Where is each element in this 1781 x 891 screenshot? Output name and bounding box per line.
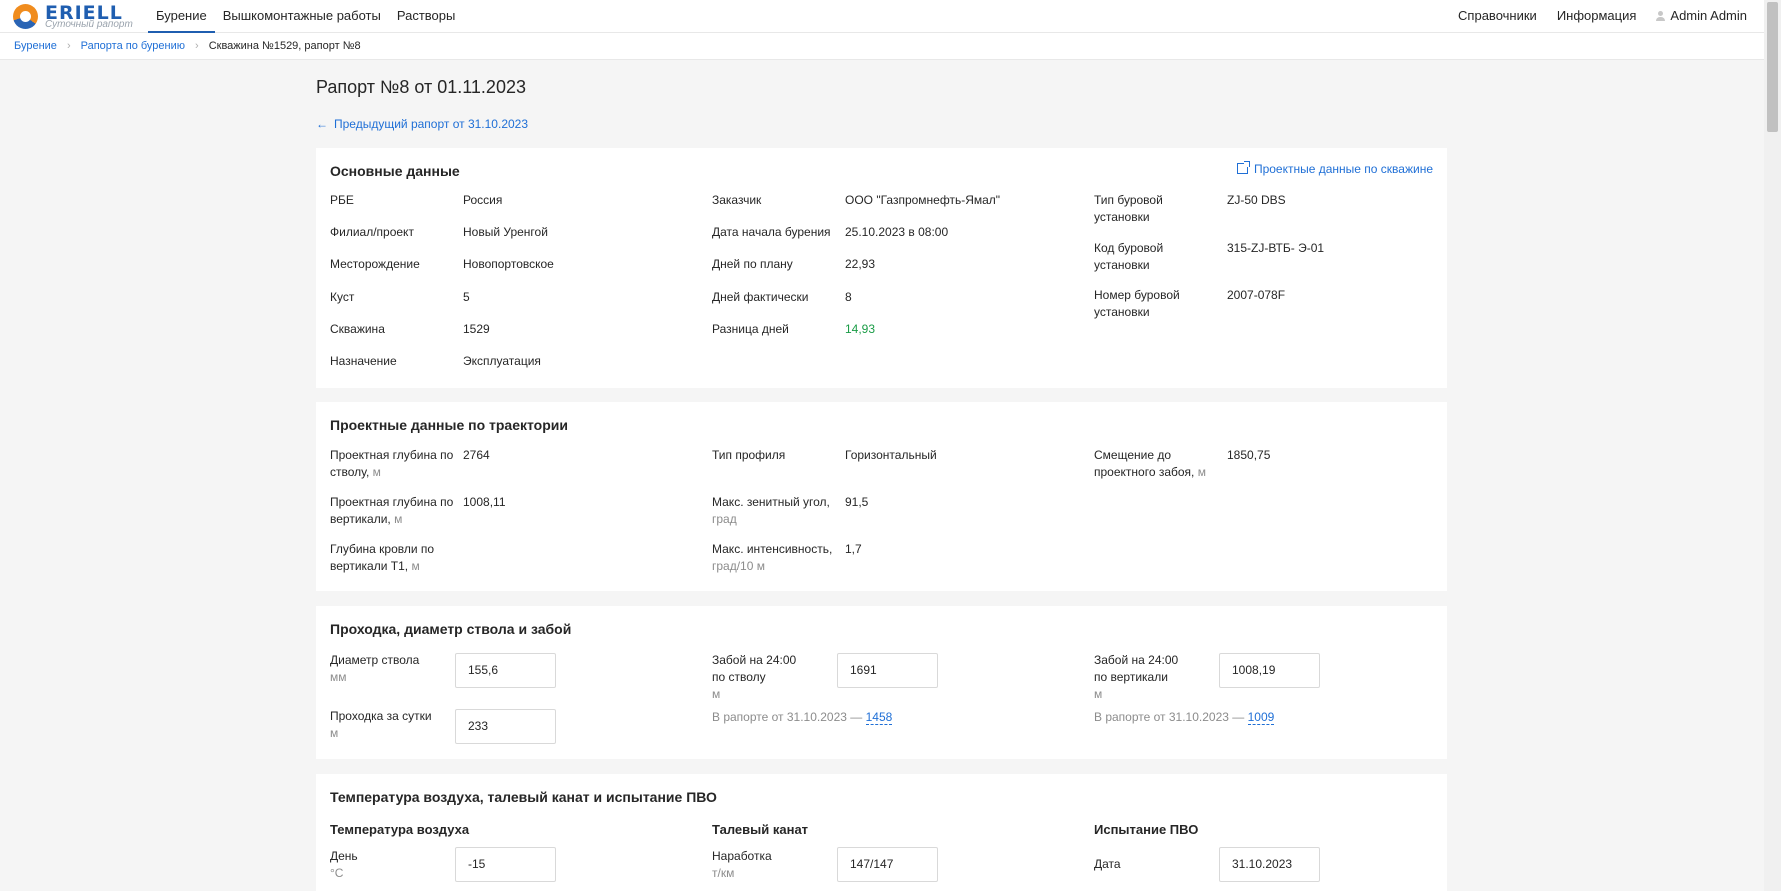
field-value: Новопортовское bbox=[463, 257, 554, 271]
field-label: Тип профиля bbox=[712, 448, 786, 462]
user-name: Admin Admin bbox=[1670, 8, 1747, 23]
field-value: 1529 bbox=[463, 322, 490, 336]
field-value: ZJ-50 DBS bbox=[1227, 193, 1286, 207]
days-difference-value: 14,93 bbox=[845, 322, 876, 336]
page-title: Рапорт №8 от 01.11.2023 bbox=[316, 77, 526, 97]
previous-report-link[interactable]: ← Предыдущий рапорт от 31.10.2023 bbox=[316, 117, 528, 131]
secondary-nav: Справочники Информация Admin Admin bbox=[1448, 0, 1757, 33]
rope-usage-input[interactable]: 147/147 bbox=[837, 847, 938, 882]
field-value: 25.10.2023 в 08:00 bbox=[845, 225, 949, 239]
field-label: Разница дней bbox=[712, 322, 789, 336]
rope-heading: Талевый канат bbox=[712, 822, 809, 837]
field-label: Дата начала бурения bbox=[712, 225, 831, 239]
field-value: 22,93 bbox=[845, 257, 876, 271]
trajectory-card: Проектные данные по траектории Проектная… bbox=[316, 402, 1447, 591]
field-value: 91,5 bbox=[845, 495, 869, 509]
field-label: Дата bbox=[1094, 857, 1121, 871]
bottom-tvd-input[interactable]: 1008,19 bbox=[1219, 653, 1320, 688]
bottom-md-input[interactable]: 1691 bbox=[837, 653, 938, 688]
field-label: Макс. интенсивность, град/10 м bbox=[712, 542, 833, 573]
field-label: Назначение bbox=[330, 354, 397, 368]
scrollbar-thumb[interactable] bbox=[1767, 2, 1778, 132]
breadcrumb: Бурение › Рапорта по бурению › Скважина … bbox=[0, 33, 1781, 60]
field-label: Код буровой установки bbox=[1094, 241, 1164, 272]
nav-item-info[interactable]: Информация bbox=[1547, 0, 1647, 33]
nav-item-fluids[interactable]: Растворы bbox=[389, 0, 464, 33]
breadcrumb-reports[interactable]: Рапорта по бурению bbox=[81, 40, 185, 52]
nav-item-rig-assembly[interactable]: Вышкомонтажные работы bbox=[215, 0, 389, 33]
field-value: 1,7 bbox=[845, 542, 862, 556]
field-value: Горизонтальный bbox=[845, 448, 937, 462]
field-value: Новый Уренгой bbox=[463, 225, 548, 239]
drilling-progress-title: Проходка, диаметр ствола и забой bbox=[330, 621, 572, 637]
field-label: Забой на 24:00 по вертикали м bbox=[1094, 653, 1179, 701]
breadcrumb-drilling[interactable]: Бурение bbox=[14, 40, 57, 52]
field-value: 1008,11 bbox=[463, 495, 506, 509]
main-nav: Бурение Вышкомонтажные работы Растворы bbox=[148, 0, 463, 33]
day-temperature-input[interactable]: -15 bbox=[455, 847, 556, 882]
previous-md-note: В рапорте от 31.10.2023 — 1458 bbox=[712, 710, 893, 725]
field-label: Глубина кровли по вертикали Т1, м bbox=[330, 542, 435, 573]
basic-data-title: Основные данные bbox=[330, 163, 460, 179]
trajectory-title: Проектные данные по траектории bbox=[330, 417, 568, 433]
field-label: Забой на 24:00 по стволу м bbox=[712, 653, 797, 701]
previous-report-label: Предыдущий рапорт от 31.10.2023 bbox=[334, 117, 529, 131]
field-value: 8 bbox=[845, 290, 852, 304]
field-value: 2764 bbox=[463, 448, 490, 462]
field-label: День °C bbox=[330, 849, 358, 880]
project-data-link[interactable]: Проектные данные по скважине bbox=[1236, 161, 1433, 176]
field-value: 2007-078F bbox=[1227, 288, 1286, 302]
external-link-icon bbox=[1236, 161, 1250, 174]
top-navbar: ERIELL Суточный рапорт Бурение Вышкомонт… bbox=[0, 0, 1781, 33]
chevron-right-icon: › bbox=[66, 40, 71, 52]
bore-diameter-input[interactable]: 155,6 bbox=[455, 653, 556, 688]
logo-mark-icon bbox=[13, 4, 38, 29]
bop-test-heading: Испытание ПВО bbox=[1094, 822, 1199, 837]
field-label: Тип буровой установки bbox=[1094, 193, 1163, 224]
field-label: РБЕ bbox=[330, 193, 354, 207]
field-label: Макс. зенитный угол, град bbox=[712, 495, 830, 526]
previous-tvd-value[interactable]: 1009 bbox=[1247, 710, 1275, 725]
breadcrumb-current: Скважина №1529, рапорт №8 bbox=[208, 40, 361, 52]
field-value: 315-ZJ-ВТБ- Э-01 bbox=[1227, 241, 1325, 255]
air-temperature-heading: Температура воздуха bbox=[330, 822, 470, 837]
field-label: Проектная глубина по вертикали, м bbox=[330, 495, 454, 526]
weather-rope-bop-title: Температура воздуха, талевый канат и исп… bbox=[330, 789, 717, 805]
field-label: Дней фактически bbox=[712, 290, 809, 304]
user-icon bbox=[1656, 11, 1666, 21]
field-label: Наработка т/км bbox=[712, 849, 772, 880]
field-label: Смещение до проектного забоя, м bbox=[1094, 448, 1206, 479]
field-value: Россия bbox=[463, 193, 503, 207]
field-label: Заказчик bbox=[712, 193, 762, 207]
nav-item-drilling[interactable]: Бурение bbox=[148, 0, 215, 33]
app-logo[interactable]: ERIELL Суточный рапорт bbox=[13, 2, 143, 30]
basic-data-card: Основные данные Проектные данные по сква… bbox=[316, 148, 1447, 388]
field-label: Диаметр ствола мм bbox=[330, 653, 420, 684]
field-label: Месторождение bbox=[330, 257, 420, 271]
logo-subtitle: Суточный рапорт bbox=[45, 19, 133, 30]
nav-item-reference[interactable]: Справочники bbox=[1448, 0, 1547, 33]
chevron-right-icon: › bbox=[195, 40, 199, 52]
user-menu[interactable]: Admin Admin bbox=[1646, 0, 1757, 33]
arrow-left-icon: ← bbox=[316, 117, 328, 131]
field-value: ООО "Газпромнефть-Ямал" bbox=[845, 193, 1001, 207]
project-data-link-label: Проектные данные по скважине bbox=[1253, 162, 1433, 176]
field-label: Проходка за сутки м bbox=[330, 709, 432, 740]
field-value: 5 bbox=[463, 290, 470, 304]
page-scrollbar[interactable] bbox=[1764, 0, 1781, 891]
bop-date-input[interactable]: 31.10.2023 bbox=[1219, 847, 1320, 882]
field-value: Эксплуатация bbox=[463, 354, 541, 368]
field-label: Номер буровой установки bbox=[1094, 288, 1180, 319]
drilling-progress-card: Проходка, диаметр ствола и забой Диаметр… bbox=[316, 606, 1447, 759]
field-value: 1850,75 bbox=[1227, 448, 1271, 462]
field-label: Скважина bbox=[330, 322, 385, 336]
field-label: Дней по плану bbox=[712, 257, 793, 271]
field-label: Куст bbox=[330, 290, 355, 304]
field-label: Проектная глубина по стволу, м bbox=[330, 448, 454, 479]
previous-tvd-note: В рапорте от 31.10.2023 — 1009 bbox=[1094, 710, 1275, 725]
weather-rope-bop-card: Температура воздуха, талевый канат и исп… bbox=[316, 774, 1447, 891]
previous-md-value[interactable]: 1458 bbox=[865, 710, 893, 725]
field-label: Филиал/проект bbox=[330, 225, 414, 239]
daily-progress-input[interactable]: 233 bbox=[455, 709, 556, 744]
